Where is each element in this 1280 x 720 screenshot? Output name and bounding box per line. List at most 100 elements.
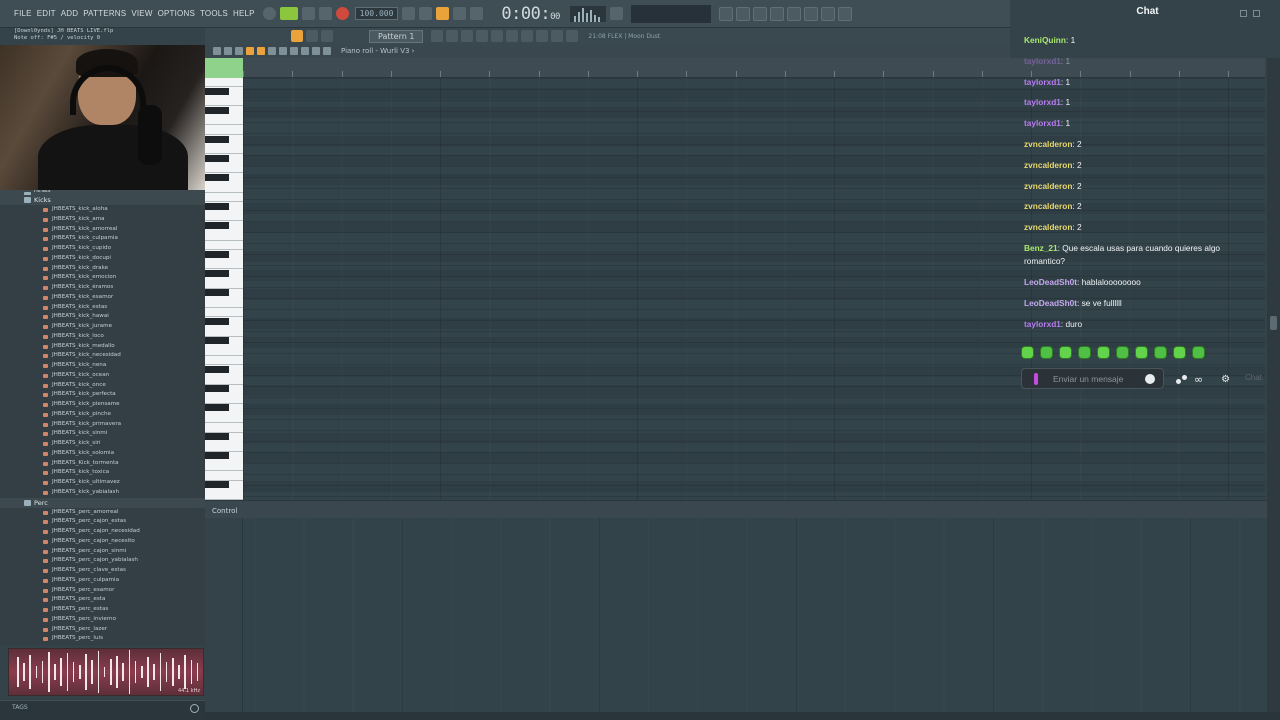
browser-file-item[interactable]: JHBEATS_kick_pinche [0,410,205,420]
metronome-icon[interactable] [402,7,416,20]
wait-icon[interactable] [419,7,433,20]
piano-black-key[interactable] [205,250,229,258]
piano-black-key[interactable] [205,202,229,210]
chat-username[interactable]: LeoDeadSh0t [1024,298,1077,308]
channel-points-icon[interactable] [1176,375,1188,384]
song-pattern-toggle[interactable] [279,7,298,20]
browser-file-item[interactable]: JHBEATS_perc_amorreal [0,508,205,518]
snap-icon[interactable] [291,30,303,42]
record-button[interactable] [335,7,349,20]
zoom-icon[interactable] [312,47,320,55]
arrow-icon[interactable] [306,30,318,42]
browser-file-item[interactable]: JHBEATS_kick_amorreal [0,225,205,235]
download-icon[interactable] [837,6,852,21]
step-edit-icon[interactable] [453,7,467,20]
chat-username[interactable]: Benz_21 [1024,243,1058,253]
piano-black-key[interactable] [205,135,229,143]
bits-icon[interactable] [1034,373,1038,385]
browser-file-item[interactable]: JHBEATS_kick_docupi [0,254,205,264]
slice-icon[interactable] [290,47,298,55]
browser-file-item[interactable]: JHBEATS_kick_toxica [0,468,205,478]
sample-preview-waveform[interactable]: 44.1 kHz [8,648,204,696]
piano-black-key[interactable] [205,106,229,114]
browser-file-item[interactable]: JHBEATS_perc_cajon_sinmi [0,547,205,557]
emote-icon[interactable] [1135,346,1148,359]
magnet-icon[interactable] [224,47,232,55]
cut-icon[interactable] [735,6,750,21]
pattern-selector[interactable]: Pattern 1 [369,29,424,43]
menu-options[interactable]: OPTIONS [158,9,195,18]
browser-file-item[interactable]: JHBEATS_Kick_tormenta [0,459,205,469]
tag-icon[interactable] [536,30,549,42]
countdown-icon[interactable] [436,7,450,20]
tags-label[interactable]: TAGS [12,704,28,711]
chat-input[interactable]: Enviar un mensaje [1021,368,1164,389]
tempo-display[interactable]: 100.000 [354,7,399,20]
browser-file-item[interactable]: JHBEATS_kick_aloha [0,205,205,215]
piano-black-key[interactable] [205,174,229,181]
stop-button[interactable] [318,7,332,20]
browser-file-item[interactable]: JHBEATS_kick_yabialash [0,488,205,498]
browser-file-item[interactable]: JHBEATS_kick_drake [0,264,205,274]
menu-view[interactable]: VIEW [131,9,152,18]
browser-file-item[interactable]: JHBEATS_kick_culpamia [0,234,205,244]
piano-roll-icon[interactable] [446,30,459,42]
piano-black-key[interactable] [205,404,229,412]
piano-black-key[interactable] [205,318,229,325]
browser-file-item[interactable]: JHBEATS_perc_invierno [0,615,205,625]
chat-username[interactable]: zvncalderon [1024,160,1072,170]
folder-label[interactable]: Perc [0,497,205,508]
browser-file-item[interactable]: JHBEATS_kick_solomia [0,449,205,459]
browser-file-item[interactable]: JHBEATS_kick_medallo [0,342,205,352]
control-label[interactable]: Control [212,507,237,515]
piano-black-key[interactable] [205,337,229,345]
emote-icon[interactable] [1078,346,1091,359]
help-icon[interactable] [769,6,784,21]
search-icon[interactable] [190,704,199,713]
browser-file-item[interactable]: JHBEATS_kick_primavera [0,420,205,430]
browser-file-item[interactable]: JHBEATS_perc_culpamia [0,576,205,586]
browser-file-item[interactable]: JHBEATS_kick_estas [0,303,205,313]
browser-file-item[interactable]: JHBEATS_kick_emocion [0,273,205,283]
emote-icon[interactable] [1021,346,1034,359]
mute-icon[interactable] [279,47,287,55]
browser-file-item[interactable]: JHBEATS_kick_sinmi [0,429,205,439]
hint-icon[interactable] [262,7,276,20]
chat-username[interactable]: zvncalderon [1024,201,1072,211]
scroll-thumb[interactable] [1270,316,1277,330]
piano-black-key[interactable] [205,452,229,460]
minimize-icon[interactable] [1240,10,1247,17]
delete-icon[interactable] [268,47,276,55]
browser-file-item[interactable]: JHBEATS_kick_hawai [0,312,205,322]
undo-icon[interactable] [718,6,733,21]
chat-username[interactable]: taylorxd1 [1024,77,1061,87]
piano-black-key[interactable] [205,270,229,277]
paint-icon[interactable] [257,47,265,55]
folder-label[interactable]: Kicks [0,195,205,205]
menu-patterns[interactable]: PATTERNS [83,9,126,18]
mic-icon[interactable] [752,6,767,21]
chat-bubble-icon[interactable] [820,6,835,21]
menu-edit[interactable]: EDIT [37,9,56,18]
playback-icon[interactable] [323,47,331,55]
emote-icon[interactable] [1116,346,1129,359]
emote-icon[interactable] [1059,346,1072,359]
browser-file-item[interactable]: JHBEATS_kick_esamor [0,293,205,303]
playlist-icon[interactable] [431,30,444,42]
chat-username[interactable]: taylorxd1 [1024,319,1061,329]
browser-file-item[interactable]: JHBEATS_kick_once [0,381,205,391]
smile-icon[interactable] [1145,374,1155,384]
browser-file-item[interactable]: JHBEATS_perc_cajon_necesidad [0,527,205,537]
browser-file-item[interactable]: JHBEATS_kick_loco [0,332,205,342]
play-button[interactable] [301,7,315,20]
emote-icon[interactable] [1192,346,1205,359]
loop-record-icon[interactable] [470,7,484,20]
menu-tools[interactable]: TOOLS [200,9,228,18]
browser-file-item[interactable]: JHBEATS_perc_clave_estas [0,566,205,576]
browser-file-item[interactable]: JHBEATS_kick_siri [0,439,205,449]
chat-username[interactable]: zvncalderon [1024,181,1072,191]
render-icon[interactable] [786,6,801,21]
cloud-icon[interactable] [551,30,564,42]
mixer-view-icon[interactable] [476,30,489,42]
piano-black-key[interactable] [205,385,229,393]
